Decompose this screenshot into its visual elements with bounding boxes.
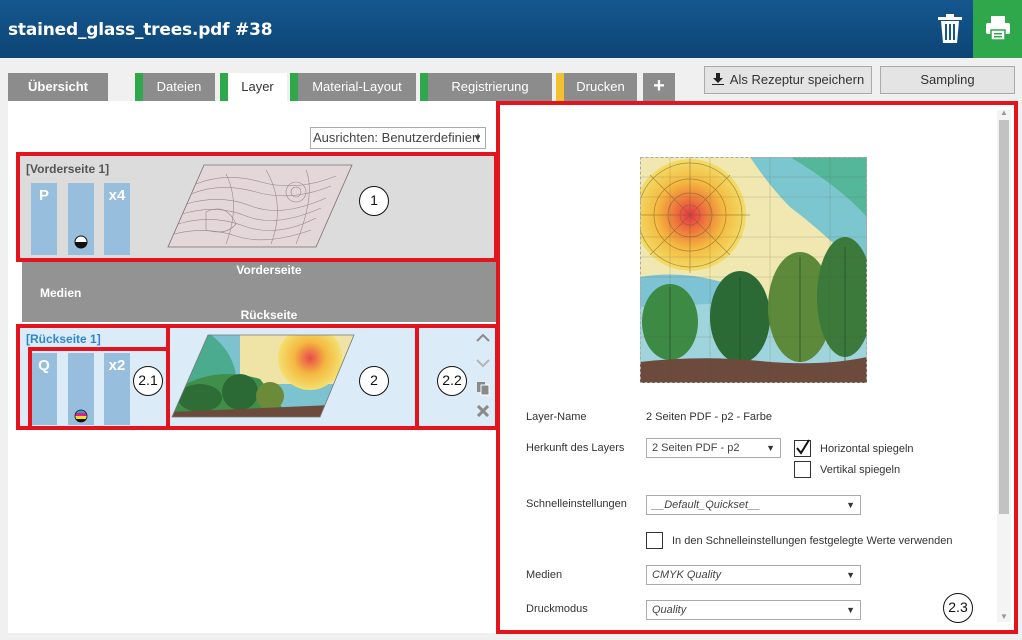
app-header: stained_glass_trees.pdf #38 [0, 0, 1022, 58]
tab-dateien[interactable]: Dateien [135, 73, 215, 101]
media-band-front: Vorderseite [236, 263, 302, 277]
highlight-box-2-1 [28, 347, 170, 430]
tab-label: Layer [241, 79, 274, 94]
tab-material-layout[interactable]: Material-Layout [290, 73, 416, 101]
media-band-back: Rückseite [240, 308, 298, 322]
tab-registrierung[interactable]: Registrierung [420, 73, 552, 101]
add-tab-button[interactable]: + [643, 73, 675, 101]
highlight-box-1 [16, 152, 498, 262]
tab-status-stripe [556, 73, 564, 101]
trash-icon[interactable] [936, 12, 964, 44]
tab-label: Registrierung [451, 79, 529, 94]
align-select-value: Ausrichten: Benutzerdefiniert [313, 130, 480, 145]
print-button[interactable] [973, 0, 1022, 58]
highlight-box-2-main [166, 324, 419, 430]
tab-label: Übersicht [28, 79, 88, 94]
tab-status-stripe [220, 73, 228, 101]
tab-status-stripe [135, 73, 143, 101]
tab-drucken[interactable]: Drucken [556, 73, 637, 101]
media-band: Vorderseite Medien Rückseite [22, 262, 496, 322]
save-recipe-label: Als Rezeptur speichern [729, 72, 865, 87]
tab-label: Drucken [576, 79, 625, 94]
save-recipe-button[interactable]: Als Rezeptur speichern [704, 66, 872, 94]
tab-uebersicht[interactable]: Übersicht [8, 73, 108, 101]
highlight-box-2-2 [415, 324, 499, 430]
tab-label: Dateien [156, 79, 202, 94]
tab-layer[interactable]: Layer [220, 73, 287, 103]
align-select[interactable]: Ausrichten: Benutzerdefiniert ▼ [310, 127, 486, 149]
plus-icon: + [653, 75, 665, 97]
tab-status-stripe [290, 73, 298, 101]
sampling-label: Sampling [920, 72, 975, 87]
media-band-label: Medien [40, 286, 82, 300]
tab-label: Material-Layout [312, 79, 402, 94]
printer-icon [986, 16, 1010, 41]
chevron-down-icon: ▼ [473, 133, 482, 143]
tab-status-stripe [420, 73, 428, 101]
sampling-button[interactable]: Sampling [880, 66, 1015, 94]
highlight-box-2-3 [496, 101, 1018, 634]
download-icon [711, 73, 724, 86]
document-title: stained_glass_trees.pdf #38 [8, 20, 273, 40]
